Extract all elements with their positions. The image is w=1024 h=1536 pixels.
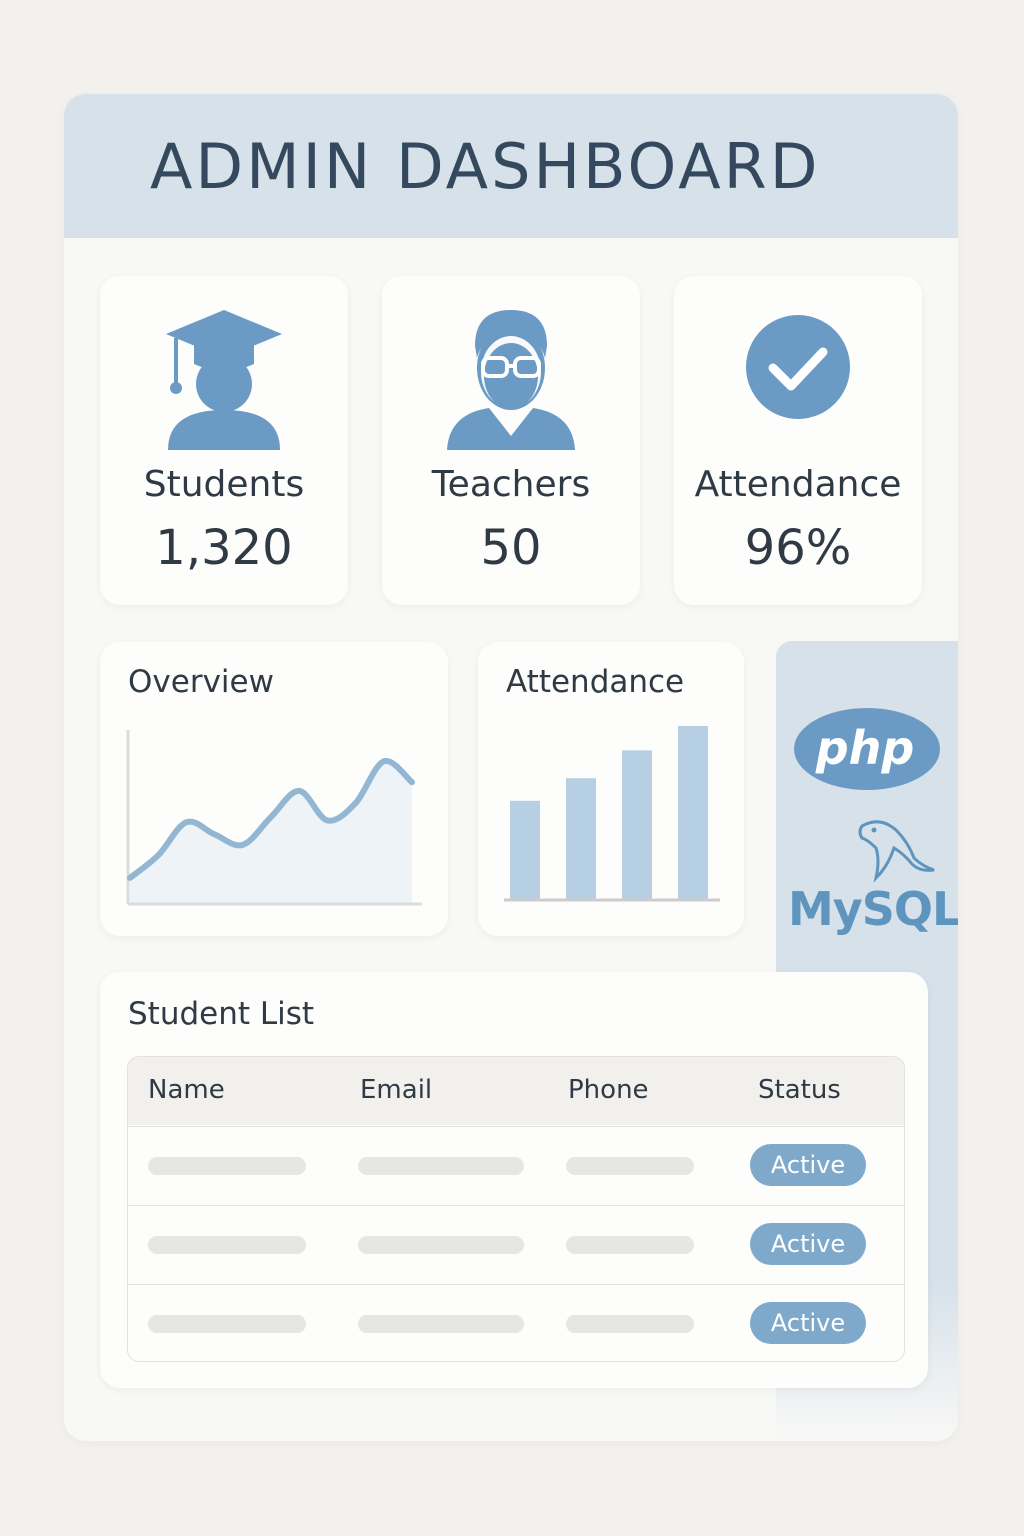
table-header: Name Email Phone Status (128, 1057, 904, 1125)
stat-card-attendance[interactable]: Attendance 96% (674, 276, 922, 605)
php-logo: php (794, 708, 940, 790)
graduate-icon (166, 310, 282, 450)
name-placeholder (148, 1236, 306, 1254)
stat-card-students[interactable]: Students 1,320 (100, 276, 348, 605)
attendance-bar[interactable] (622, 750, 652, 900)
php-label: php (815, 721, 915, 775)
column-header-name[interactable]: Name (148, 1075, 225, 1105)
student-table: Name Email Phone Status Active Active Ac… (127, 1056, 905, 1362)
stat-label: Attendance (694, 464, 902, 505)
attendance-chart-card[interactable]: Attendance (478, 642, 744, 936)
student-list-card: Student List Name Email Phone Status Act… (100, 972, 928, 1388)
mysql-logo-text: MySQL (788, 882, 958, 936)
attendance-bar-chart (504, 726, 720, 902)
table-row[interactable]: Active (128, 1126, 904, 1205)
table-row[interactable]: Active (128, 1205, 904, 1284)
column-header-email[interactable]: Email (360, 1075, 432, 1105)
phone-placeholder (566, 1236, 694, 1254)
page-title: ADMIN DASHBOARD (150, 130, 821, 203)
check-circle-icon (746, 315, 850, 419)
column-header-phone[interactable]: Phone (568, 1075, 649, 1105)
stat-value: 50 (480, 520, 542, 576)
dashboard-panel: ADMIN DASHBOARD Students 1,320 Teachers … (64, 94, 958, 1441)
mysql-dolphin-icon (858, 820, 935, 883)
status-badge[interactable]: Active (750, 1302, 866, 1344)
phone-placeholder (566, 1157, 694, 1175)
attendance-bar[interactable] (510, 800, 540, 900)
stat-label: Students (143, 464, 305, 505)
phone-placeholder (566, 1315, 694, 1333)
status-badge[interactable]: Active (750, 1144, 866, 1186)
stat-label: Teachers (431, 464, 591, 505)
attendance-bar[interactable] (678, 726, 708, 900)
email-placeholder (358, 1236, 524, 1254)
stat-value: 1,320 (155, 520, 293, 576)
attendance-bar[interactable] (566, 778, 596, 900)
email-placeholder (358, 1315, 524, 1333)
table-row[interactable]: Active (128, 1284, 904, 1361)
email-placeholder (358, 1157, 524, 1175)
stat-card-teachers[interactable]: Teachers 50 (382, 276, 640, 605)
stat-value: 96% (744, 520, 852, 576)
teacher-icon (447, 310, 575, 450)
column-header-status[interactable]: Status (758, 1075, 841, 1105)
overview-card[interactable]: Overview (100, 642, 448, 936)
status-badge[interactable]: Active (750, 1223, 866, 1265)
name-placeholder (148, 1315, 306, 1333)
overview-chart (126, 730, 422, 906)
name-placeholder (148, 1157, 306, 1175)
student-list-title: Student List (128, 996, 315, 1032)
header-bar: ADMIN DASHBOARD (64, 94, 958, 238)
